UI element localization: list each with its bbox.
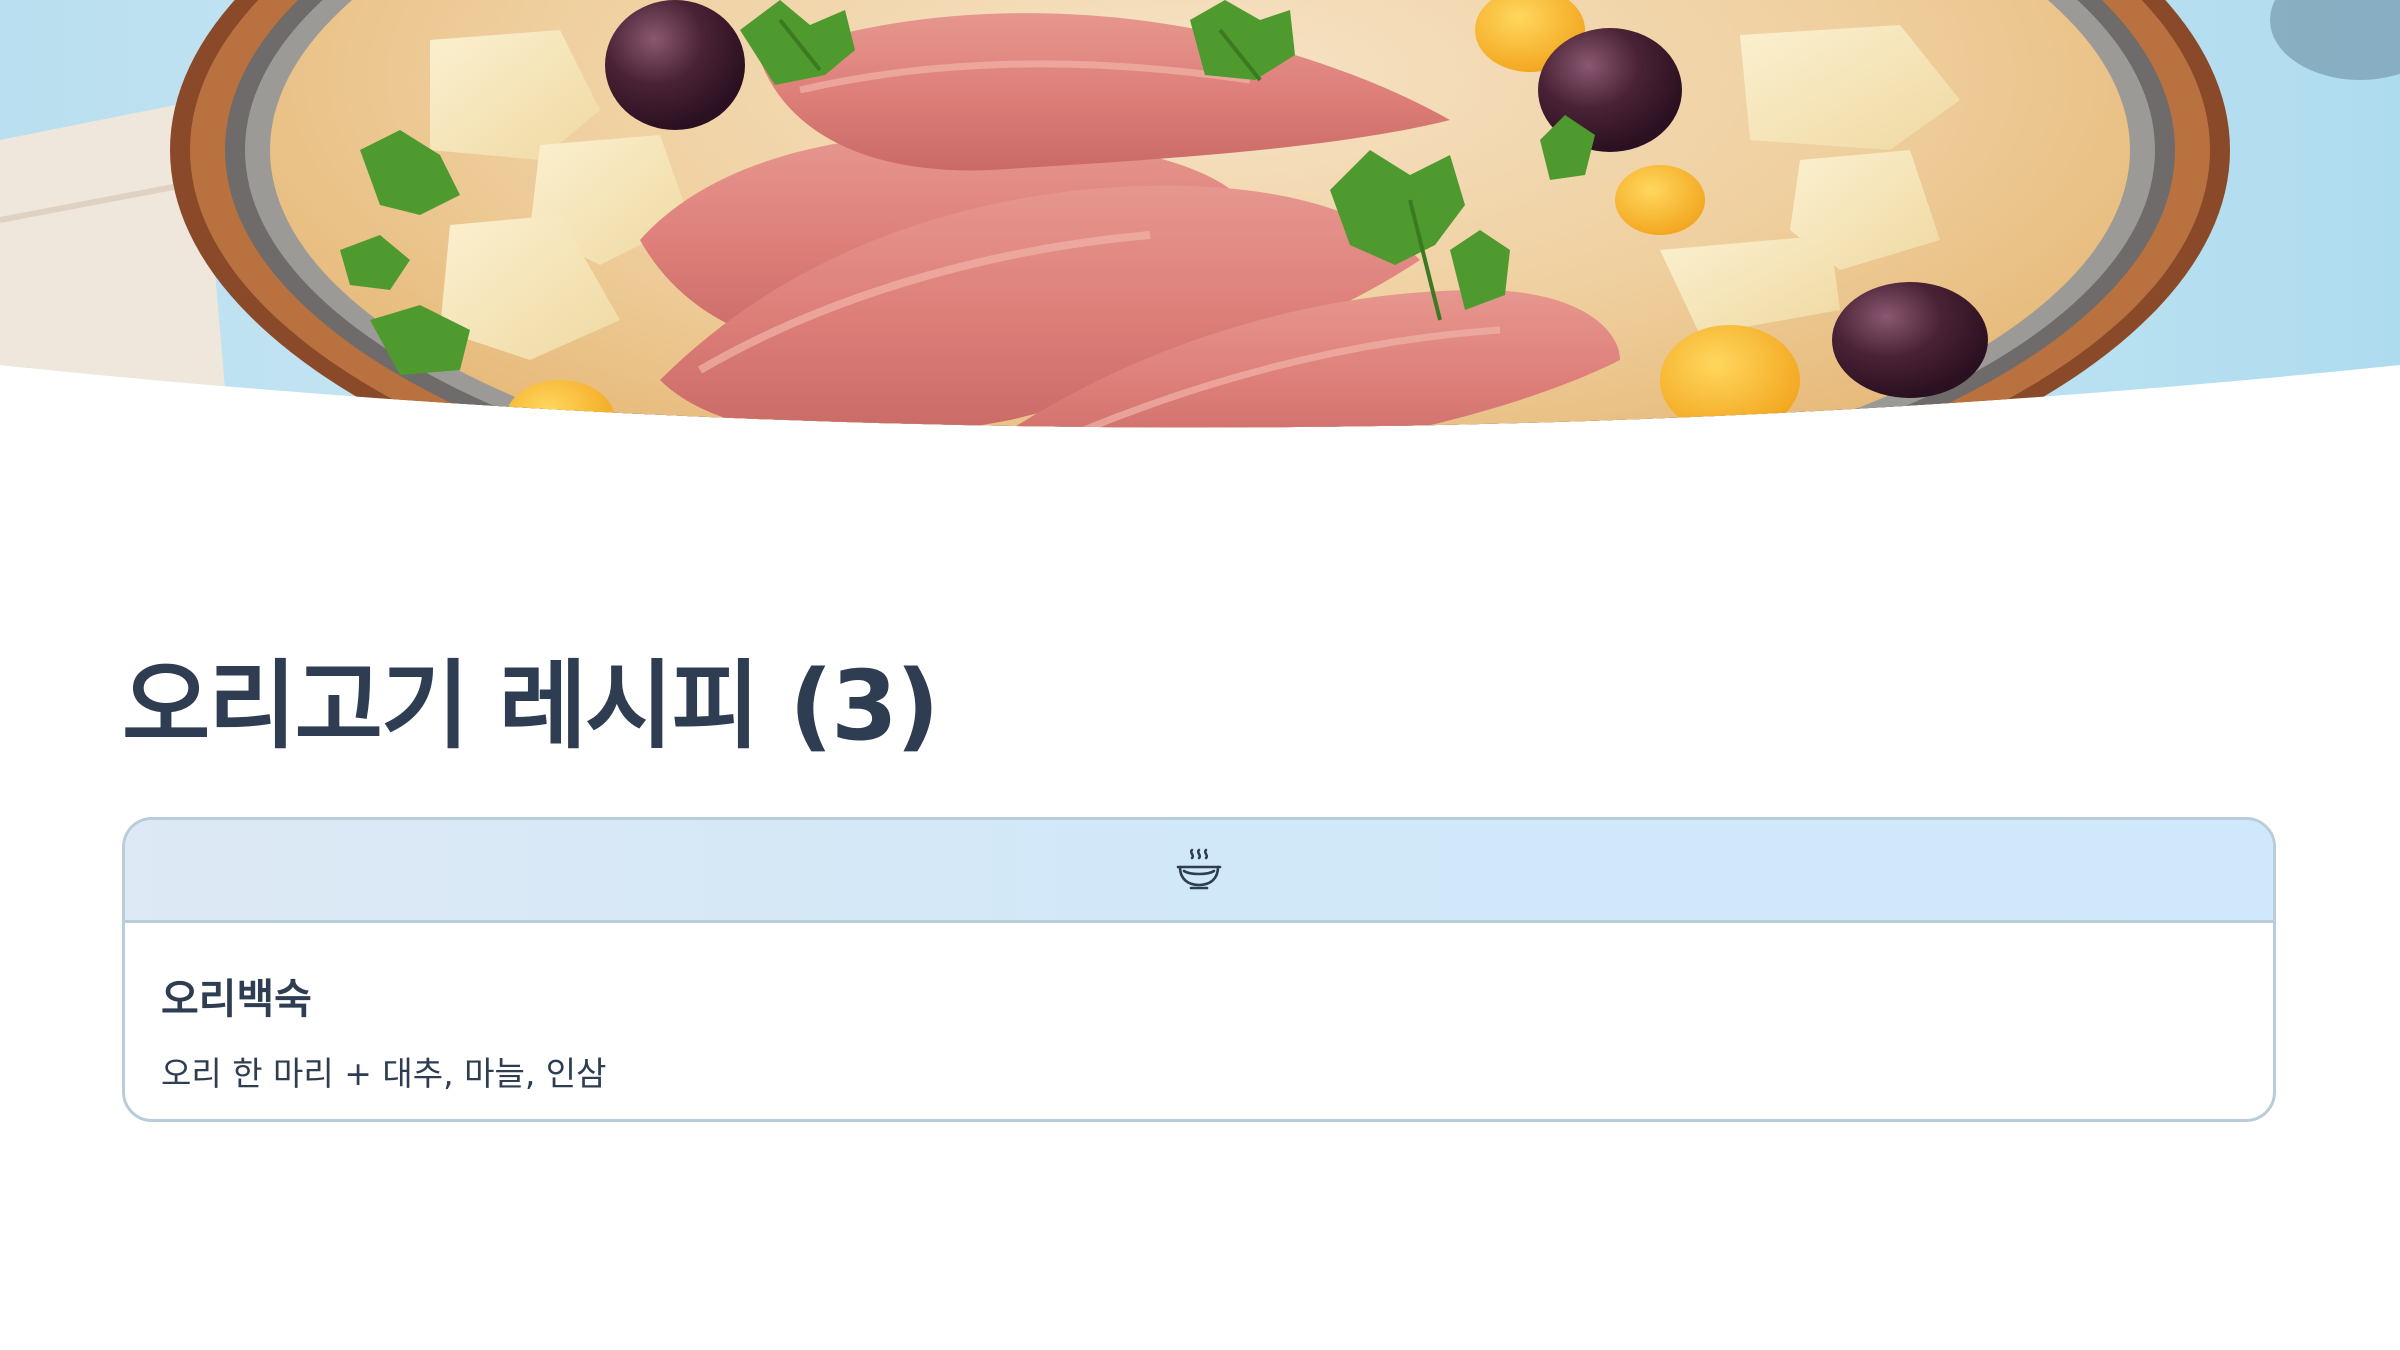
recipe-card-header — [125, 820, 2273, 923]
page-title: 오리고기 레시피 (3) — [122, 650, 940, 762]
slide: 오리고기 레시피 (3) 오리백숙 오리 한 마리 + 대추, 마늘, 인삼 — [0, 0, 2400, 1350]
soup-bowl-icon — [1176, 848, 1222, 890]
hero-image — [0, 0, 2400, 445]
recipe-card: 오리백숙 오리 한 마리 + 대추, 마늘, 인삼 — [122, 817, 2276, 1122]
recipe-title: 오리백숙 — [161, 975, 312, 1023]
recipe-description: 오리 한 마리 + 대추, 마늘, 인삼 — [161, 1054, 607, 1093]
recipe-card-body: 오리백숙 오리 한 마리 + 대추, 마늘, 인삼 — [161, 923, 2237, 1119]
